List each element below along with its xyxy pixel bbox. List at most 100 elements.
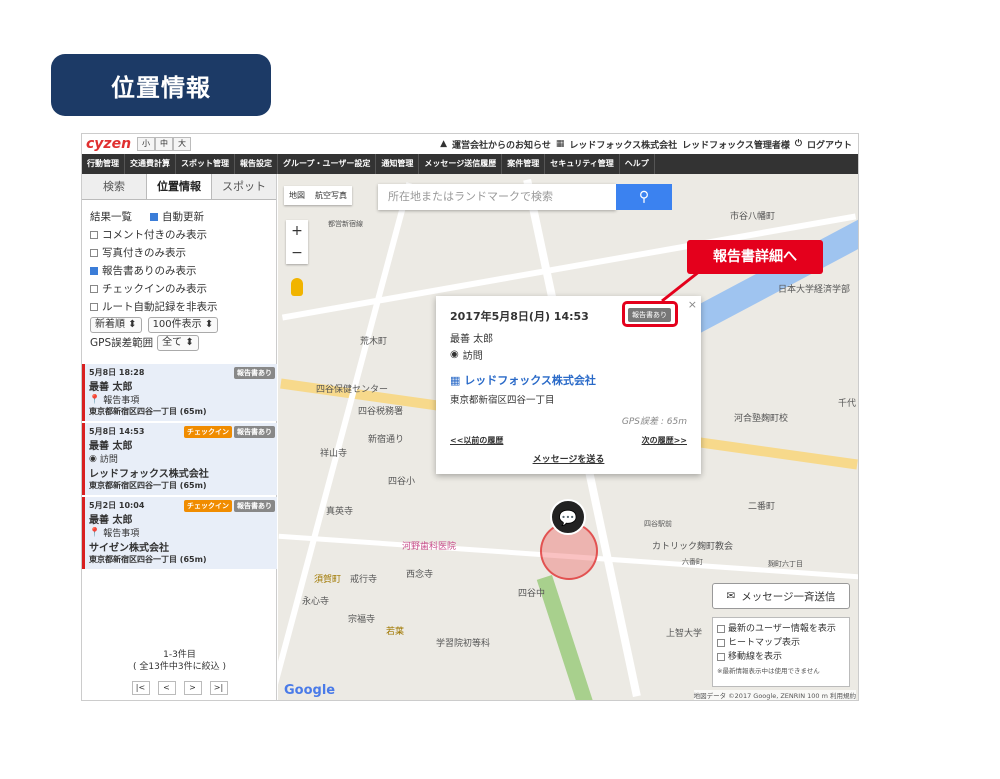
visit-icon: ◉ <box>89 453 97 464</box>
menu-item[interactable]: 通知管理 <box>376 154 420 174</box>
menu-item[interactable]: 交通費計算 <box>125 154 176 174</box>
pager-range: 1-3件目 <box>163 650 196 660</box>
item-address: 東京都新宿区四谷一丁目 (65m) <box>89 481 207 490</box>
map-label: 河野歯科医院 <box>402 542 457 552</box>
logout-link[interactable]: ログアウト <box>807 138 852 151</box>
font-size-small[interactable]: 小 <box>137 137 156 151</box>
search-button[interactable]: ⚲ <box>616 184 672 210</box>
popup-name: 最善 太郎 <box>450 334 494 345</box>
map-label: 四谷小 <box>388 477 416 487</box>
gps-label: GPS誤差範囲 <box>90 337 154 349</box>
zoom-out-button[interactable]: − <box>286 242 308 264</box>
map-label: 永心寺 <box>302 597 330 607</box>
map-label: 若葉 <box>386 627 405 637</box>
popup-kind: 訪問 <box>462 351 483 362</box>
item-kind: 報告事項 <box>103 529 140 539</box>
next-page-button[interactable]: > <box>183 681 202 695</box>
filter-label: コメント付きのみ表示 <box>102 229 207 241</box>
list-item[interactable]: 報告書あり 5月8日 18:28 最善 太郎 📍 報告事項 東京都新宿区四谷一丁目… <box>82 364 277 421</box>
map-pin-icon: 📍 <box>89 394 101 405</box>
font-size-large[interactable]: 大 <box>173 137 192 151</box>
sidebar: 検索 位置情報 スポット 結果一覧 自動更新 コメント付きのみ表示 写真付きのみ… <box>82 174 277 700</box>
map-tab-satellite[interactable]: 航空写真 <box>310 186 352 205</box>
notice-link[interactable]: 運営会社からのお知らせ <box>452 138 551 151</box>
tab-spot[interactable]: スポット <box>212 174 276 199</box>
layer-checkbox[interactable] <box>717 625 725 633</box>
checkin-badge: チェックイン <box>184 500 232 512</box>
popup-address: 東京都新宿区四谷一丁目 <box>450 395 555 406</box>
app-screenshot: cyzen 小 中 大 ▲ 運営会社からのお知らせ ▦ レッドフォックス株式会社… <box>81 133 859 701</box>
popup-company-link[interactable]: ▦ レッドフォックス株式会社 <box>450 372 687 388</box>
google-logo: Google <box>284 683 336 698</box>
list-item[interactable]: チェックイン 報告書あり 5月8日 14:53 最善 太郎 ◉ 訪問 レッドフォック… <box>82 423 277 495</box>
map-label: 二番町 <box>748 502 776 512</box>
map-label: 日本大学経済学部 <box>778 285 851 295</box>
filter-label: 写真付きのみ表示 <box>102 247 186 259</box>
map-label: 祥山寺 <box>320 449 348 459</box>
power-icon: ⏻ <box>794 139 802 149</box>
sort-select[interactable]: 新着順 ⬍ <box>90 317 142 333</box>
first-page-button[interactable]: |< <box>131 681 150 695</box>
map-label: 都営新宿線 <box>328 220 363 228</box>
prev-page-button[interactable]: < <box>157 681 176 695</box>
pagination: 1-3件目 ( 全13件中3件に絞込 ) |< < > >| <box>82 649 277 695</box>
last-page-button[interactable]: >| <box>209 681 228 695</box>
item-company: レッドフォックス株式会社 <box>89 469 209 480</box>
street-view-pegman-icon[interactable] <box>291 278 303 296</box>
filter-label: チェックインのみ表示 <box>102 283 207 295</box>
main-menu: 行動管理 交通費計算 スポット管理 報告設定 グループ・ユーザー設定 通知管理 … <box>82 154 858 174</box>
map-tab-map[interactable]: 地図 <box>284 186 310 205</box>
callout-pointer-line <box>661 269 701 303</box>
filter-checkbox[interactable] <box>90 267 98 275</box>
font-size-medium[interactable]: 中 <box>155 137 174 151</box>
chat-pin-icon[interactable]: 💬 <box>550 499 586 535</box>
tab-location[interactable]: 位置情報 <box>146 174 212 199</box>
layer-note: ※最新情報表示中は使用できません <box>717 667 820 675</box>
prev-history-link[interactable]: <<以前の履歴 <box>450 435 503 446</box>
filter-checkbox[interactable] <box>90 303 98 311</box>
filter-checkbox[interactable] <box>90 285 98 293</box>
per-page-select[interactable]: 100件表示 ⬍ <box>147 317 219 333</box>
menu-item[interactable]: 案件管理 <box>502 154 546 174</box>
layer-checkbox[interactable] <box>717 653 725 661</box>
filter-checkbox[interactable] <box>90 249 98 257</box>
zoom-control: + − <box>286 220 308 264</box>
menu-item[interactable]: ヘルプ <box>620 154 655 174</box>
broadcast-message-button[interactable]: ✉ メッセージ一斉送信 <box>712 583 850 609</box>
menu-item[interactable]: グループ・ユーザー設定 <box>278 154 377 174</box>
zoom-in-button[interactable]: + <box>286 220 308 242</box>
map-copyright: 地図データ ©2017 Google, ZENRIN 100 m 利用規約 <box>693 690 856 700</box>
item-company: サイゼン株式会社 <box>89 543 169 554</box>
menu-item[interactable]: 行動管理 <box>82 154 125 174</box>
user-name: レッドフォックス管理者様 <box>682 140 790 151</box>
map-area[interactable]: 市谷八幡町 日本大学経済学部 荒木町 四谷保健センター 四谷税務署 祥山寺 四谷… <box>278 174 858 700</box>
map-label: 麹町六丁目 <box>768 560 803 568</box>
company-name: レッドフォックス株式会社 <box>569 140 678 151</box>
next-history-link[interactable]: 次の履歴>> <box>642 435 687 446</box>
gps-select[interactable]: 全て ⬍ <box>157 335 199 351</box>
menu-item[interactable]: スポット管理 <box>176 154 235 174</box>
send-message-link[interactable]: メッセージを送る <box>450 452 687 465</box>
map-label: 新宿通り <box>368 435 405 445</box>
mail-icon: ✉ <box>726 590 736 602</box>
menu-item[interactable]: セキュリティ管理 <box>545 154 620 174</box>
tab-search[interactable]: 検索 <box>82 174 146 199</box>
menu-item[interactable]: 報告設定 <box>235 154 278 174</box>
filter-label: 報告書ありのみ表示 <box>102 265 197 277</box>
map-label: カトリック麹町教会 <box>652 542 734 552</box>
auto-update-checkbox[interactable] <box>150 213 158 221</box>
list-item[interactable]: チェックイン 報告書あり 5月2日 10:04 最善 太郎 📍 報告事項 サイゼン株… <box>82 497 277 569</box>
layer-checkbox[interactable] <box>717 639 725 647</box>
report-badge: 報告書あり <box>234 367 275 379</box>
menu-item[interactable]: メッセージ送信履歴 <box>419 154 503 174</box>
map-search-input[interactable]: 所在地またはランドマークで検索 <box>378 184 616 210</box>
map-type-tabs: 地図 航空写真 <box>284 186 352 205</box>
map-label: 四谷中 <box>518 589 546 599</box>
search-icon: ⚲ <box>638 189 650 205</box>
filter-checkbox[interactable] <box>90 231 98 239</box>
report-badge: 報告書あり <box>234 426 275 438</box>
map-label: 宗福寺 <box>348 615 376 625</box>
sidebar-tabs: 検索 位置情報 スポット <box>82 174 276 200</box>
map-label: 河合塾麹町校 <box>734 414 789 424</box>
map-label: 四谷保健センター <box>316 385 389 395</box>
